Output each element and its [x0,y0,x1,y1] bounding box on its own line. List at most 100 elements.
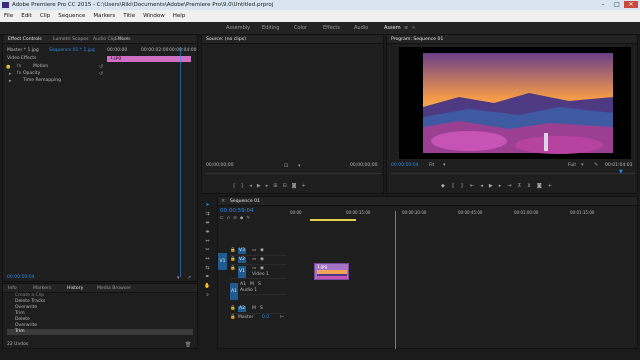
filter-icon[interactable]: ▾ [177,275,180,281]
nest-icon[interactable]: ⊏ [220,216,227,221]
ec-timecode[interactable]: 00:00:59:04 [7,275,34,281]
close-tab-icon[interactable]: × [221,198,225,204]
eye-icon[interactable]: ◉ [260,248,264,254]
timeline-playhead[interactable] [395,211,397,349]
history-item[interactable]: Trim [15,329,25,335]
program-tc-left[interactable]: 00:00:59:04 [391,163,418,169]
timeline-clip[interactable]: 1.jpg [314,263,349,280]
tab-info[interactable]: Info [8,284,17,293]
menu-window[interactable]: Window [139,10,169,22]
extract-icon[interactable]: ⊻ [527,183,537,189]
program-scrub-bar[interactable] [391,173,635,174]
zoom-tool-icon[interactable]: ⌕ [204,292,211,299]
razor-tool-icon[interactable]: ✂ [204,247,211,254]
step-back-icon[interactable]: ◂ [480,183,489,189]
mark-in-icon[interactable]: ⦃ [451,183,461,189]
tab-history[interactable]: History [67,284,83,293]
reset-icon[interactable]: ↺ [99,71,103,77]
selection-tool-icon[interactable]: ➤ [204,202,211,209]
trash-icon[interactable]: 🗑 [185,342,191,348]
camera-icon[interactable]: ◙ [292,183,302,189]
workspace-color[interactable]: Color [294,22,307,34]
sync-lock-icon[interactable]: ▭ [252,248,256,254]
workspace-assembly[interactable]: Assembly [226,22,250,34]
tab-effect-controls[interactable]: Effect Controls [8,35,42,44]
reset-icon[interactable]: ↺ [99,64,103,70]
expand-arrow-icon[interactable]: ▸ [9,71,12,77]
overwrite-icon[interactable]: ⊟ [282,183,291,189]
solo-icon[interactable]: S [258,282,261,288]
menu-edit[interactable]: Edit [17,10,36,22]
timeline-timecode[interactable]: 00:00:59:04 [220,208,254,214]
rate-stretch-tool-icon[interactable]: ⇔ [204,238,211,245]
work-area-bar[interactable] [310,219,356,221]
mark-in-icon[interactable]: ⦃ [232,183,241,189]
expand-arrow-icon[interactable]: ▸ [9,78,12,84]
minimize-button[interactable]: – [596,1,610,8]
lift-icon[interactable]: ⊼ [518,183,528,189]
source-scrub-bar[interactable] [206,173,381,174]
menu-clip[interactable]: Clip [36,10,54,22]
rolling-edit-tool-icon[interactable]: ⇼ [204,229,211,236]
ec-clip-bar[interactable]: 1.jpg [107,56,191,62]
slide-tool-icon[interactable]: ⇆ [204,265,211,272]
marker-icon[interactable]: ◆ [441,183,451,189]
add-button-icon[interactable]: + [548,183,558,189]
maximize-button[interactable]: □ [610,1,624,8]
export-icon[interactable]: ↗ [187,275,191,281]
workspace-audio[interactable]: Audio [354,22,368,34]
menu-title[interactable]: Title [119,10,139,22]
go-to-out-icon[interactable]: ⇥ [507,183,517,189]
tab-effects[interactable]: Effects [115,35,131,44]
tab-source[interactable]: Source: (no clips) [206,35,246,44]
solo-icon[interactable]: S [260,306,263,312]
workspace-assem[interactable]: Assem [384,22,401,34]
play-icon[interactable]: ▶ [257,183,266,189]
hand-tool-icon[interactable]: ✋ [204,283,211,290]
menu-file[interactable]: File [0,10,17,22]
timeline-settings-icon[interactable]: ✎ [246,216,253,221]
eye-icon[interactable]: ◉ [260,257,264,263]
ec-playhead[interactable] [180,47,181,277]
tab-sequence[interactable]: Sequence 01 [230,197,260,206]
close-button[interactable]: ✕ [624,1,638,8]
settings-dropdown-icon[interactable]: ▾ [298,163,301,169]
sync-lock-icon[interactable]: ▭ [252,257,256,263]
track-select-tool-icon[interactable]: ⇉ [204,211,211,218]
workspace-menu-icon[interactable]: ≡ [404,25,408,31]
master-clip-label[interactable]: Master * 1.jpg [7,48,39,54]
lock-icon[interactable]: 🔒 [230,266,236,272]
track-id-v1[interactable]: V1 [238,266,246,278]
wrench-icon[interactable]: ✎ [594,162,598,168]
source-patch-audio[interactable]: A1 [230,283,238,300]
master-volume[interactable]: 0.0 [262,315,269,321]
effect-opacity[interactable]: Opacity [23,71,40,77]
lock-icon[interactable]: 🔒 [230,306,236,312]
track-id-v3[interactable]: V3 [238,248,246,254]
effect-motion[interactable]: Motion [33,64,48,70]
pen-tool-icon[interactable]: ✒ [204,274,211,281]
slip-tool-icon[interactable]: ↔ [204,256,211,263]
source-tc-left[interactable]: 00;00;00;00 [206,163,233,169]
zoom-select[interactable]: Fit [429,163,434,169]
camera-icon[interactable]: ◙ [537,183,548,189]
step-back-icon[interactable]: ◂ [249,183,257,189]
track-id-v2[interactable]: V2 [238,257,246,263]
tab-program[interactable]: Program: Sequence 01 [391,35,443,44]
workspace-editing[interactable]: Editing [262,22,279,34]
safe-margin-icon[interactable]: ⊡ [284,163,288,169]
menu-help[interactable]: Help [169,10,190,22]
workspace-effects[interactable]: Effects [323,22,340,34]
lock-icon[interactable]: 🔒 [230,315,236,321]
quality-select[interactable]: Full [568,163,576,169]
ripple-edit-tool-icon[interactable]: ⇹ [204,220,211,227]
lock-icon[interactable]: 🔒 [230,248,236,254]
chevron-down-icon[interactable]: ▾ [581,162,584,168]
go-to-in-icon[interactable]: ⇤ [470,183,480,189]
tab-markers[interactable]: Markers [33,284,51,293]
history-item-selected[interactable] [7,329,193,335]
master-output-icon[interactable]: ⊢ [280,315,284,321]
track-id-a2[interactable]: A2 [238,306,246,312]
play-icon[interactable]: ▶ [489,183,499,189]
source-patch-video[interactable]: V1 [218,253,227,270]
